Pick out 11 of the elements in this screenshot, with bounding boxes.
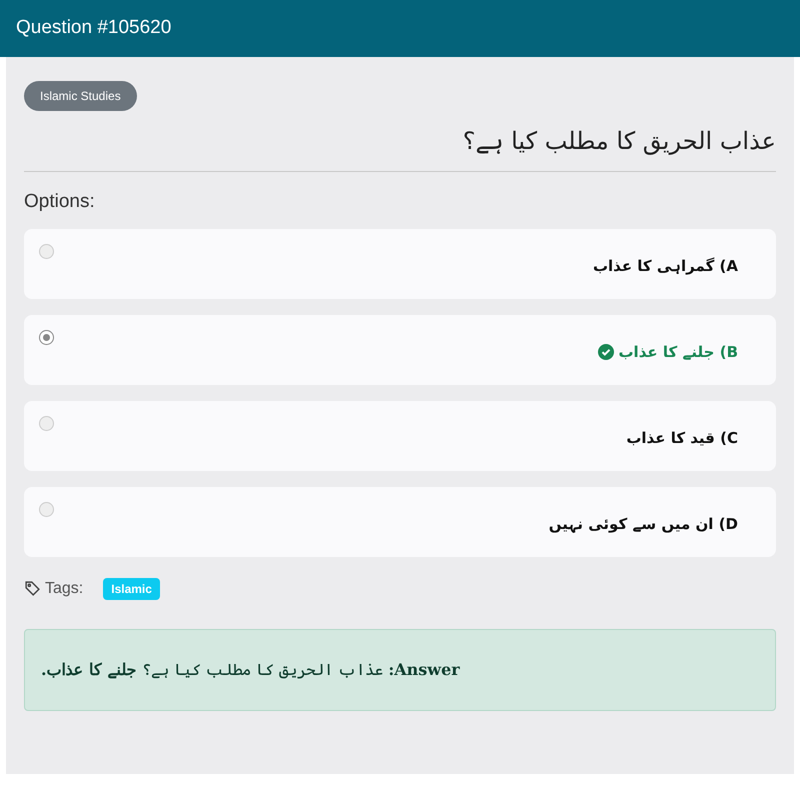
radio-button[interactable] (39, 502, 54, 516)
tags-label: Tags: (45, 578, 84, 598)
radio-button[interactable] (39, 244, 54, 258)
tag-icon (24, 580, 41, 597)
radio-button[interactable] (39, 416, 54, 430)
radio-button[interactable] (39, 330, 54, 344)
question-title: Question #105620 (16, 16, 172, 40)
check-circle-icon (598, 344, 614, 360)
options-heading: Options: (24, 191, 95, 212)
question-text: عذاب الحریق کا مطلب کیا ہے؟ (462, 127, 776, 155)
category-badge: Islamic Studies (24, 81, 137, 111)
